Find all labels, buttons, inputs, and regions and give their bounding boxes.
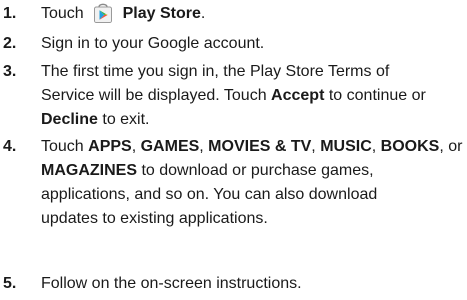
step-text: Touch Play Store. [41, 2, 463, 26]
step-line-fragment: to exit. [97, 111, 150, 128]
separator: , [131, 138, 141, 155]
separator: , [311, 138, 321, 155]
touch-text: Touch [41, 5, 84, 22]
step-number: 1. [3, 5, 17, 22]
step-line-fragment: to continue or [324, 87, 426, 104]
separator: , [199, 138, 209, 155]
step-line-fragment: Service will be displayed. Touch [41, 87, 272, 104]
step-line-fragment: to download or purchase games, [137, 162, 374, 179]
decline-label: Decline [41, 111, 98, 128]
magazines-label: MAGAZINES [41, 162, 137, 179]
step-text: Sign in to your Google account. [41, 32, 463, 56]
step-text: Touch APPS, GAMES, MOVIES & TV, MUSIC, B… [41, 135, 463, 231]
separator: , or [439, 138, 463, 155]
games-label: GAMES [140, 138, 200, 155]
period: . [200, 5, 206, 22]
step-text: Follow on the on-screen instructions. [41, 272, 463, 296]
apps-label: APPS [88, 138, 132, 155]
step-number: 5. [3, 275, 17, 292]
step-line: Sign in to your Google account. [41, 35, 265, 52]
instruction-list: 1. Touch Play Store. 2. Sign in to your … [0, 0, 467, 300]
step-line: updates to existing applications. [41, 210, 268, 227]
step-line: Follow on the on-screen instructions. [41, 275, 302, 292]
step-text: The first time you sign in, the Play Sto… [41, 60, 463, 132]
separator: , [371, 138, 381, 155]
music-label: MUSIC [320, 138, 372, 155]
step-line: applications, and so on. You can also do… [41, 186, 378, 203]
touch-text: Touch [41, 138, 89, 155]
step-line: The first time you sign in, the Play Sto… [41, 63, 390, 80]
movies-tv-label: MOVIES & TV [208, 138, 312, 155]
accept-label: Accept [271, 87, 325, 104]
step-number: 3. [3, 63, 17, 80]
step-number: 2. [3, 35, 17, 52]
books-label: BOOKS [380, 138, 440, 155]
step-number: 4. [3, 138, 17, 155]
play-store-bag-icon [88, 2, 118, 26]
play-store-label: Play Store [122, 5, 201, 22]
